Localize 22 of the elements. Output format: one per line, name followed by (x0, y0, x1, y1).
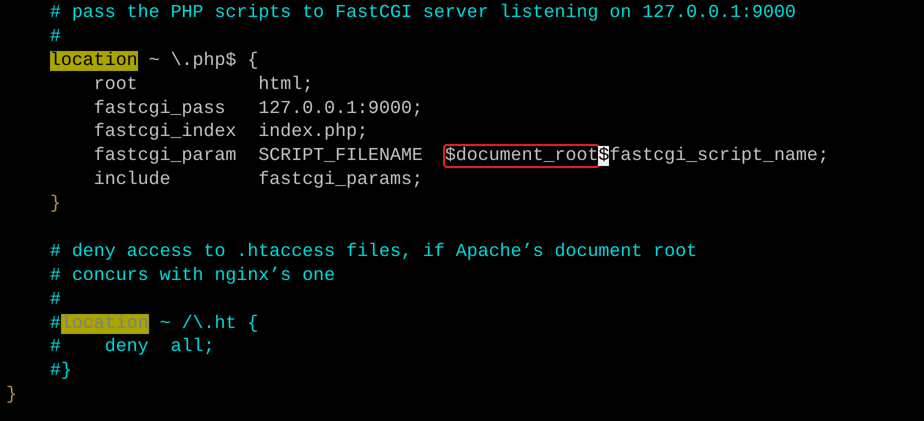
code-text: fastcgi_index index.php; (94, 122, 368, 142)
search-match: location (50, 50, 138, 71)
code-comment: # pass the PHP scripts to FastCGI server listening on 127.0.0.1:9000 (50, 3, 796, 23)
code-comment: ~ /\.ht { (160, 314, 258, 334)
code-text: root html; (94, 74, 314, 95)
code-comment: # deny all; (50, 337, 214, 358)
code-text: fastcgi_param SCRIPT_FILENAME (94, 146, 424, 166)
code-comment: # deny access to .htaccess files, if Apache’s document root (50, 242, 698, 262)
code-text: ~ \.php$ { (148, 50, 258, 71)
code-comment: # (50, 26, 61, 47)
text-cursor: $ (598, 146, 610, 166)
code-text: fastcgi_script_name; (609, 146, 829, 166)
code-brace: } (50, 194, 61, 214)
code-comment: #} (50, 361, 72, 382)
annotation-box: $document_root (444, 146, 598, 166)
code-comment: # (50, 290, 61, 310)
code-comment: # (50, 314, 61, 334)
code-brace: } (6, 385, 17, 406)
code-comment: # concurs with nginx’s one (50, 266, 336, 286)
code-text: fastcgi_pass 127.0.0.1:9000; (94, 98, 423, 119)
search-match: location (60, 314, 149, 334)
code-text: include fastcgi_params; (94, 170, 423, 190)
